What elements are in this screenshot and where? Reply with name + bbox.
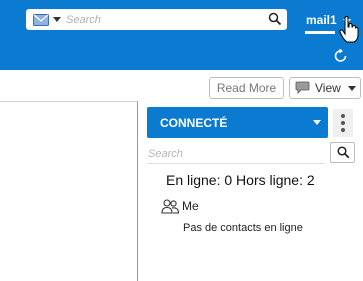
mail-search-box[interactable] [26,9,287,30]
read-more-button[interactable]: Read More [209,77,284,99]
account-menu-label[interactable]: mail1 [306,13,337,27]
refresh-icon[interactable] [333,48,349,64]
contacts-search-underline [147,163,325,164]
contact-group-label[interactable]: Me [182,199,199,213]
no-contacts-message: Pas de contacts en ligne [183,222,303,234]
contacts-search-input[interactable] [148,146,323,162]
search-icon [337,146,350,159]
contacts-search-button[interactable] [330,142,355,163]
hand-pointer-icon [339,15,359,44]
top-bar: mail1 [0,0,363,70]
speech-bubble-icon [295,81,310,95]
mail-search-input[interactable] [66,10,266,29]
search-icon[interactable] [268,12,282,26]
view-chevron-down-icon [348,86,356,91]
search-scope-chevron-down-icon[interactable] [53,17,61,22]
online-offline-summary: En ligne: 0 Hors ligne: 2 [166,172,315,188]
view-label: View [315,81,341,95]
message-list-panel [0,101,138,281]
presence-chevron-down-icon [313,120,321,125]
account-underline [305,31,335,34]
presence-status-button[interactable]: CONNECTÉ [147,107,328,138]
group-users-icon[interactable] [161,199,180,214]
envelope-icon[interactable] [33,13,49,26]
more-options-icon[interactable] [333,109,353,137]
presence-status-label: CONNECTÉ [160,116,228,130]
view-menu-button[interactable]: View [289,77,361,99]
